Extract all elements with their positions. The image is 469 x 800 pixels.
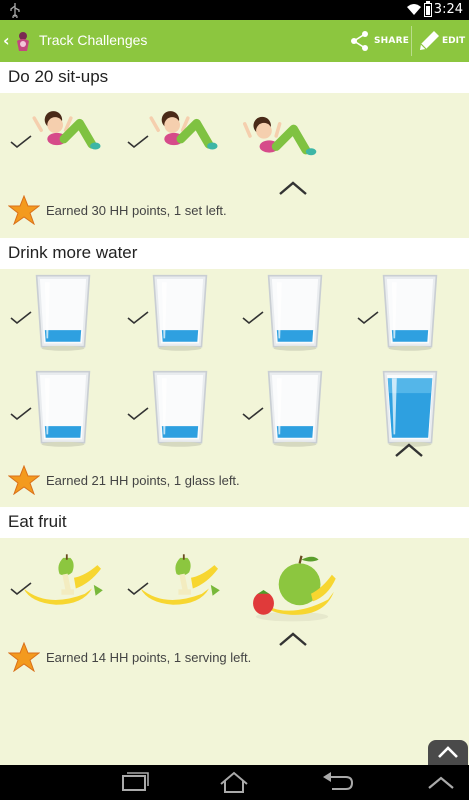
battery-icon	[424, 1, 432, 17]
water-glass-done[interactable]	[8, 367, 120, 459]
situp-current[interactable]	[243, 103, 353, 195]
water-glass-done[interactable]	[125, 271, 237, 363]
star-icon	[8, 465, 40, 495]
chevron-up-icon	[395, 443, 423, 457]
water-glass-icon	[152, 274, 208, 351]
check-icon	[242, 311, 264, 325]
home-icon[interactable]	[217, 770, 251, 796]
water-glass-done[interactable]	[240, 367, 352, 459]
section-body-water: Earned 21 HH points, 1 glass left.	[0, 269, 469, 507]
earned-row: Earned 14 HH points, 1 serving left.	[8, 642, 251, 672]
check-icon	[127, 407, 149, 421]
earned-text: Earned 30 HH points, 1 set left.	[46, 202, 227, 218]
recent-apps-icon[interactable]	[117, 770, 151, 796]
fruit-remains-icon	[140, 554, 220, 605]
water-glass-icon	[267, 274, 323, 351]
section-header-water: Drink more water	[0, 238, 469, 269]
situp-girl-icon	[149, 111, 218, 150]
fruit-bowl-icon	[253, 555, 336, 622]
usb-icon	[10, 3, 20, 18]
situp-girl-icon	[32, 111, 101, 150]
check-icon	[10, 311, 32, 325]
action-bar: ‹ Track Challenges SHARE EDIT	[0, 20, 469, 62]
water-glass-current[interactable]	[355, 367, 467, 459]
check-icon	[10, 407, 32, 421]
navigation-bar	[0, 765, 469, 800]
app-logo-icon[interactable]	[12, 30, 34, 52]
fruit-current[interactable]	[243, 552, 353, 646]
earned-text: Earned 21 HH points, 1 glass left.	[46, 472, 240, 488]
challenge-list[interactable]: Do 20 sit-ups Earned 30 HH points, 1 set…	[0, 62, 469, 765]
hide-keyboard-icon[interactable]	[424, 770, 458, 796]
edit-label: EDIT	[442, 36, 466, 46]
back-icon[interactable]	[320, 770, 354, 796]
water-glass-icon	[35, 274, 91, 351]
wifi-icon	[407, 4, 421, 15]
fruit-done-2[interactable]	[125, 552, 235, 642]
water-glass-done[interactable]	[240, 271, 352, 363]
water-glass-icon	[267, 370, 323, 447]
section-header-situps: Do 20 sit-ups	[0, 62, 469, 93]
water-glass-icon	[35, 370, 91, 447]
check-icon	[127, 311, 149, 325]
water-glass-icon	[152, 370, 208, 447]
situp-girl-icon	[243, 116, 317, 156]
chevron-up-icon	[279, 181, 307, 195]
scroll-top-button[interactable]	[428, 740, 468, 765]
pencil-icon	[420, 31, 439, 50]
page-title: Track Challenges	[39, 32, 148, 48]
star-icon	[8, 195, 40, 225]
chevron-up-icon	[279, 632, 307, 646]
water-glass-icon	[382, 274, 438, 351]
earned-text: Earned 14 HH points, 1 serving left.	[46, 649, 252, 665]
edit-button[interactable]: EDIT	[417, 28, 465, 54]
check-icon	[242, 407, 264, 421]
up-chevron-icon[interactable]: ‹	[3, 31, 10, 50]
star-icon	[8, 642, 40, 672]
section-title: Eat fruit	[8, 512, 67, 531]
action-divider	[411, 26, 412, 56]
water-glass-done[interactable]	[8, 271, 120, 363]
status-bar: 3:24	[0, 0, 469, 20]
section-title: Drink more water	[8, 243, 138, 262]
earned-row: Earned 30 HH points, 1 set left.	[8, 195, 227, 225]
share-label: SHARE	[374, 36, 410, 46]
fruit-remains-icon	[23, 554, 103, 605]
clock: 3:24	[433, 2, 463, 17]
section-header-fruit: Eat fruit	[0, 507, 469, 538]
fruit-done-1[interactable]	[8, 552, 118, 642]
section-body-situps: Earned 30 HH points, 1 set left.	[0, 93, 469, 238]
check-icon	[357, 311, 379, 325]
water-glass-icon	[382, 370, 438, 447]
situp-done-2[interactable]	[125, 103, 235, 193]
situp-done-1[interactable]	[8, 103, 118, 193]
water-glass-done[interactable]	[125, 367, 237, 459]
section-title: Do 20 sit-ups	[8, 67, 109, 86]
earned-row: Earned 21 HH points, 1 glass left.	[8, 465, 240, 495]
share-button[interactable]: SHARE	[350, 28, 409, 54]
chevron-up-icon	[438, 746, 458, 758]
water-glass-done[interactable]	[355, 271, 467, 363]
section-body-fruit: Earned 14 HH points, 1 serving left.	[0, 538, 469, 765]
share-icon	[351, 31, 368, 51]
